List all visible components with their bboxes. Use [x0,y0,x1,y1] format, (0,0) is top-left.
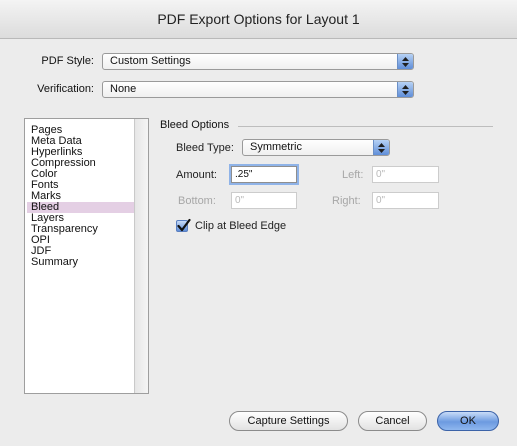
dialog-window: PDF Export Options for Layout 1 PDF Styl… [0,0,517,446]
bleed-options-title: Bleed Options [160,119,230,131]
pdf-style-label: PDF Style: [41,55,94,67]
bottom-label: Bottom: [178,195,216,207]
pdf-style-popup[interactable]: Custom Settings [102,53,414,70]
window-title: PDF Export Options for Layout 1 [0,0,517,39]
popup-arrows-icon [373,140,389,155]
popup-arrows-icon [397,54,413,69]
cancel-button[interactable]: Cancel [358,411,427,431]
category-list[interactable]: Pages Meta Data Hyperlinks Compression C… [24,118,149,394]
verification-value: None [110,83,137,95]
checkmark-icon [177,218,191,232]
bottom-field[interactable]: 0" [231,192,297,209]
amount-field[interactable]: .25" [229,164,299,185]
group-divider [238,126,493,127]
pdf-style-value: Custom Settings [110,55,191,67]
ok-button[interactable]: OK [437,411,499,431]
right-field[interactable]: 0" [372,192,439,209]
right-label: Right: [332,195,361,207]
verification-popup[interactable]: None [102,81,414,98]
clip-bleed-checkbox[interactable] [176,218,191,232]
capture-settings-button[interactable]: Capture Settings [229,411,348,431]
list-scrollbar[interactable] [134,119,148,393]
amount-label: Amount: [176,169,217,181]
left-label: Left: [342,169,364,181]
popup-arrows-icon [397,82,413,97]
bleed-type-label: Bleed Type: [176,142,234,154]
bleed-type-value: Symmetric [250,141,302,153]
bleed-type-popup[interactable]: Symmetric [242,139,390,156]
left-field[interactable]: 0" [372,166,439,183]
category-item-summary[interactable]: Summary [31,257,135,268]
verification-label: Verification: [37,83,94,95]
clip-bleed-label[interactable]: Clip at Bleed Edge [195,220,286,232]
